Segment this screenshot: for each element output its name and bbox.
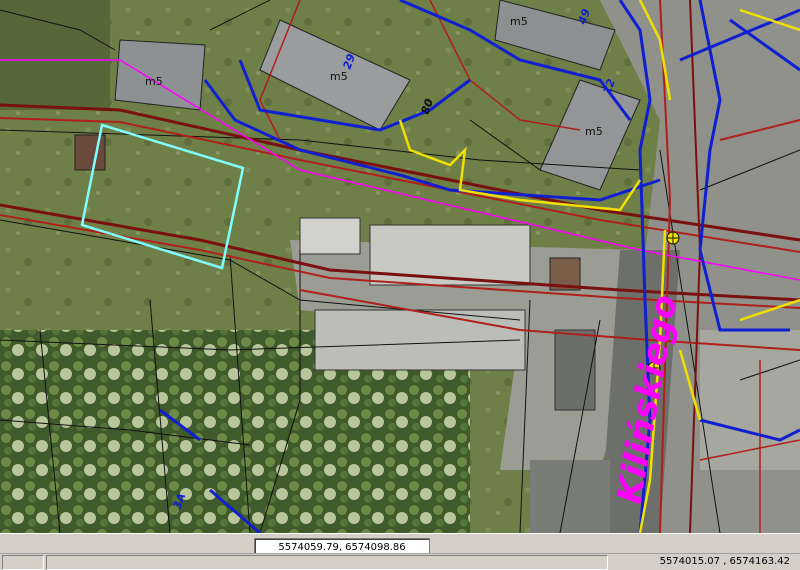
garage-row-3[interactable] xyxy=(314,309,526,371)
parking-lot-right xyxy=(700,330,800,470)
garage-row-1[interactable] xyxy=(299,217,361,255)
tree-area-topleft xyxy=(0,0,110,110)
building-label-4: m5 xyxy=(585,125,603,138)
garage-row-2[interactable] xyxy=(369,224,531,286)
lot-bottom xyxy=(530,460,610,533)
building-label-3: m5 xyxy=(510,15,528,28)
status-bar: 5574015.07 , 6574163.42 xyxy=(0,553,800,570)
garage-block-4[interactable] xyxy=(554,329,596,411)
status-cell-1 xyxy=(2,555,44,570)
status-cell-2 xyxy=(46,555,608,570)
building-label-2: m5 xyxy=(330,70,348,83)
status-coordinates: 5574015.07 , 6574163.42 xyxy=(659,556,790,567)
small-building-1[interactable] xyxy=(74,134,106,171)
map-canvas[interactable]: m5 m5 m5 m5 3A 29 49 12 80 Kilińskiego xyxy=(0,0,800,533)
map-view[interactable]: m5 m5 m5 m5 3A 29 49 12 80 Kilińskiego xyxy=(0,0,800,533)
building-label-1: m5 xyxy=(145,75,163,88)
